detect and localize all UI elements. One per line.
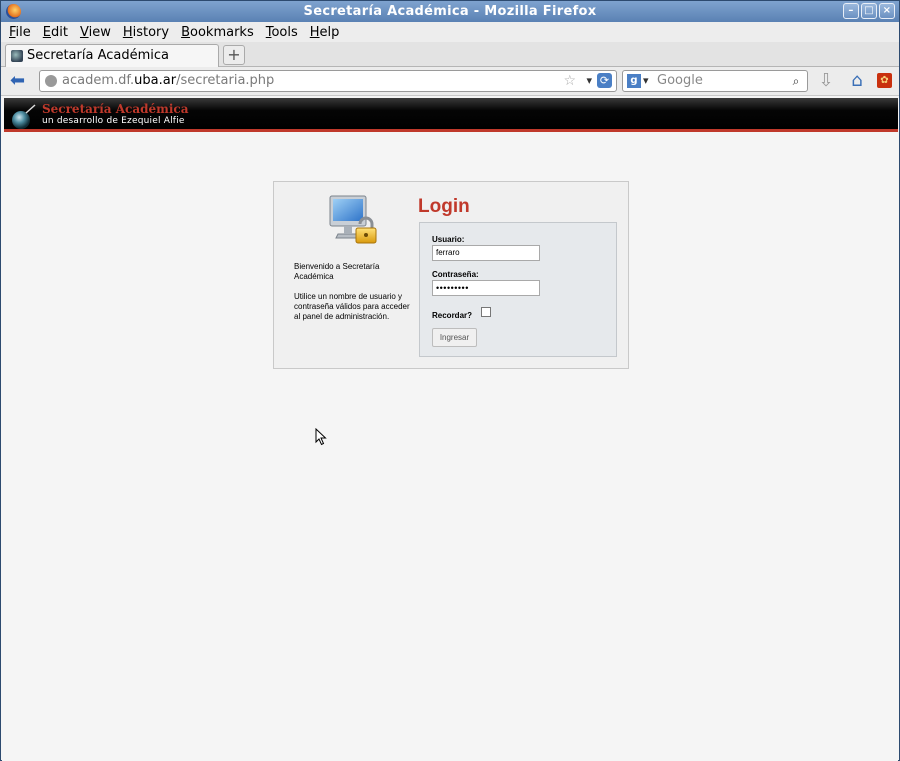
home-icon[interactable]: ⌂ <box>847 71 867 91</box>
menu-view[interactable]: View <box>80 25 111 40</box>
page-content: Secretaría Académica un desarrollo de Ez… <box>2 97 898 761</box>
welcome-text: Bienvenido a Secretaría Académica <box>294 262 380 281</box>
globe-icon <box>45 75 57 87</box>
download-arrow-icon[interactable]: ⇩ <box>817 71 835 91</box>
maximize-button[interactable]: □ <box>861 3 877 19</box>
url-prefix: academ.df. <box>62 73 135 88</box>
minimize-button[interactable]: – <box>843 3 859 19</box>
username-label: Usuario: <box>432 235 465 244</box>
tab-strip: Secretaría Académica + <box>1 42 899 68</box>
site-header: Secretaría Académica un desarrollo de Ez… <box>4 98 898 132</box>
reload-icon[interactable]: ⟳ <box>597 73 612 88</box>
menu-bar: File Edit View History Bookmarks Tools H… <box>1 22 899 42</box>
username-input[interactable]: ferraro <box>432 245 540 261</box>
bookmark-star-icon[interactable]: ☆ <box>563 71 576 91</box>
new-tab-button[interactable]: + <box>223 45 245 65</box>
password-label: Contraseña: <box>432 270 479 279</box>
computer-lock-icon <box>329 195 377 244</box>
url-history-dropdown-icon[interactable]: ▾ <box>586 71 592 91</box>
firefox-icon <box>6 4 21 19</box>
url-bar[interactable]: academ.df.uba.ar/secretaria.php ☆ ▾ ⟳ <box>39 70 617 92</box>
password-input[interactable]: ••••••••• <box>432 280 540 296</box>
site-favicon-icon <box>11 50 23 62</box>
window-title: Secretaría Académica - Mozilla Firefox <box>303 4 597 19</box>
search-binoculars-icon[interactable]: ⌕ <box>788 73 804 89</box>
menu-tools[interactable]: Tools <box>266 25 298 40</box>
site-title: Secretaría Académica <box>42 102 189 116</box>
tab-secretaria[interactable]: Secretaría Académica <box>5 44 219 68</box>
menu-help[interactable]: Help <box>310 25 340 40</box>
login-form: Usuario: ferraro Contraseña: ••••••••• R… <box>419 222 617 357</box>
close-button[interactable]: × <box>879 3 895 19</box>
search-placeholder: Google <box>657 73 703 88</box>
browser-window: Secretaría Académica - Mozilla Firefox –… <box>0 0 900 761</box>
remember-label: Recordar? <box>432 311 473 320</box>
menu-history[interactable]: History <box>123 25 169 40</box>
bomb-logo-icon <box>12 104 36 129</box>
search-engine-dropdown-icon[interactable]: ▾ <box>643 71 649 91</box>
login-panel: Bienvenido a Secretaría Académica Utilic… <box>273 181 629 369</box>
url-host: uba.ar <box>134 73 177 88</box>
search-input[interactable]: g ▾ Google ⌕ <box>622 70 808 92</box>
instructions-text: Utilice un nombre de usuario y contraseñ… <box>294 292 410 321</box>
tab-label: Secretaría Académica <box>27 48 169 63</box>
menu-edit[interactable]: Edit <box>43 25 68 40</box>
google-engine-icon[interactable]: g <box>627 74 641 88</box>
site-subtitle: un desarrollo de Ezequiel Alfie <box>42 116 185 126</box>
login-heading: Login <box>418 196 470 217</box>
mouse-pointer-icon <box>315 428 327 446</box>
window-controls: – □ × <box>843 3 895 19</box>
addon-icon[interactable]: ✿ <box>877 73 892 88</box>
back-arrow-icon[interactable]: ⬅ <box>10 72 30 90</box>
navigation-bar: ⬅ academ.df.uba.ar/secretaria.php ☆ ▾ ⟳ … <box>1 67 899 96</box>
menu-bookmarks[interactable]: Bookmarks <box>181 25 254 40</box>
menu-file[interactable]: File <box>9 25 31 40</box>
url-path: /secretaria.php <box>176 73 275 88</box>
title-bar: Secretaría Académica - Mozilla Firefox –… <box>1 1 899 22</box>
submit-button[interactable]: Ingresar <box>432 328 477 347</box>
remember-checkbox[interactable] <box>481 307 491 317</box>
